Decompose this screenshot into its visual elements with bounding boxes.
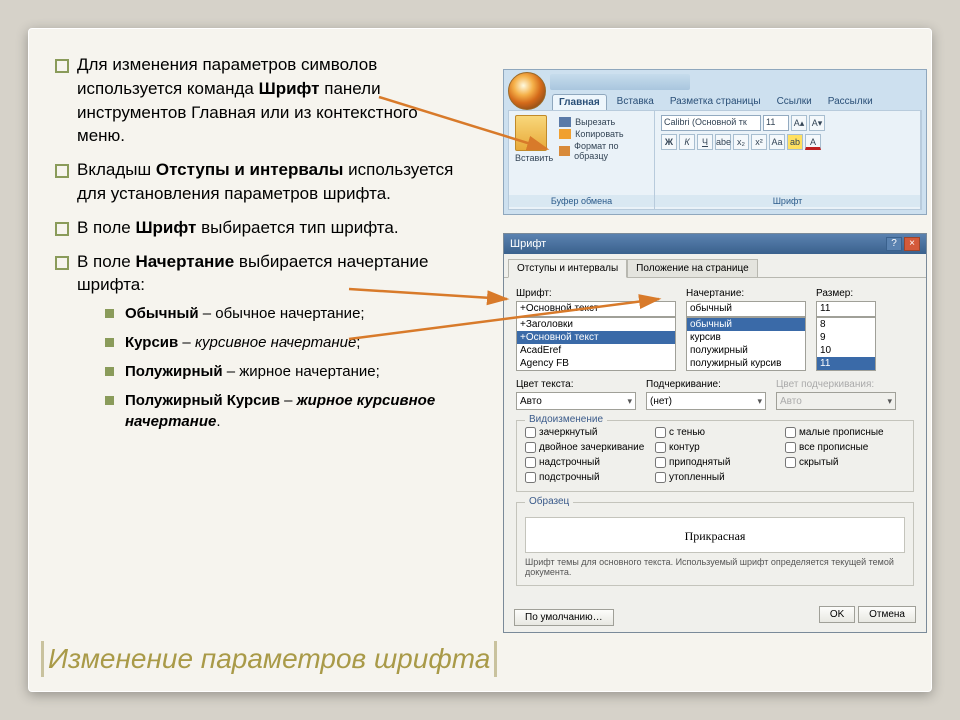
ok-button[interactable]: OK: [819, 606, 855, 623]
paste-icon[interactable]: [515, 115, 547, 151]
strike-button[interactable]: abe: [715, 134, 731, 150]
bullet-2: Вкладыш Отступы и интервалы используется…: [53, 158, 468, 206]
font-listbox[interactable]: +Заголовки +Основной текст AcadEref Agen…: [516, 317, 676, 371]
brush-icon: [559, 146, 570, 156]
help-icon[interactable]: ?: [886, 237, 902, 251]
font-name-field[interactable]: Calibri (Основной тк: [661, 115, 761, 131]
office-button-icon[interactable]: [508, 72, 546, 110]
size-input[interactable]: 11: [816, 301, 876, 317]
scissors-icon: [559, 117, 571, 127]
word-ribbon: Главная Вставка Разметка страницы Ссылки…: [503, 69, 927, 215]
underline-combo[interactable]: (нет): [646, 392, 766, 410]
chk-shadow[interactable]: с тенью: [655, 427, 775, 438]
dialog-title: Шрифт: [510, 238, 546, 250]
size-listbox[interactable]: 8 9 10 11: [816, 317, 876, 371]
effects-group-label: Видоизменение: [525, 414, 607, 425]
superscript-button[interactable]: x²: [751, 134, 767, 150]
highlight-button[interactable]: ab: [787, 134, 803, 150]
style-field-label: Начертание:: [686, 288, 806, 299]
slide-title: Изменение параметров шрифта: [41, 641, 497, 677]
font-size-field[interactable]: 11: [763, 115, 789, 131]
tab-references[interactable]: Ссылки: [771, 94, 818, 110]
chk-dblstrike[interactable]: двойное зачеркивание: [525, 442, 645, 453]
color-label: Цвет текста:: [516, 379, 636, 390]
grow-font-icon[interactable]: A▴: [791, 115, 807, 131]
shrink-font-icon[interactable]: A▾: [809, 115, 825, 131]
font-field-label: Шрифт:: [516, 288, 676, 299]
sub-3: Полужирный – жирное начертание;: [105, 361, 468, 382]
default-button[interactable]: По умолчанию…: [514, 609, 614, 626]
color-combo[interactable]: Авто: [516, 392, 636, 410]
style-input[interactable]: обычный: [686, 301, 806, 317]
tab-mailings[interactable]: Рассылки: [822, 94, 879, 110]
sample-group-label: Образец: [525, 496, 573, 507]
slide-text: Для изменения параметров символов исполь…: [53, 53, 468, 611]
close-icon[interactable]: ×: [904, 237, 920, 251]
tab-layout[interactable]: Разметка страницы: [664, 94, 767, 110]
paste-label: Вставить: [515, 153, 553, 163]
chk-outline[interactable]: контур: [655, 442, 775, 453]
sample-preview: Прикрасная: [525, 517, 905, 553]
chk-allcaps[interactable]: все прописные: [785, 442, 905, 453]
tab-indents[interactable]: Отступы и интервалы: [508, 259, 627, 278]
case-button[interactable]: Aa: [769, 134, 785, 150]
chk-sub[interactable]: подстрочный: [525, 472, 645, 483]
copy-icon: [559, 129, 571, 139]
sub-1: Обычный – обычное начертание;: [105, 303, 468, 324]
font-color-button[interactable]: A: [805, 134, 821, 150]
bold-button[interactable]: Ж: [661, 134, 677, 150]
ucolor-label: Цвет подчеркивания:: [776, 379, 896, 390]
chk-smallcaps[interactable]: малые прописные: [785, 427, 905, 438]
style-listbox[interactable]: обычный курсив полужирный полужирный кур…: [686, 317, 806, 371]
quick-access-toolbar[interactable]: [550, 74, 690, 90]
chk-strike[interactable]: зачеркнутый: [525, 427, 645, 438]
tab-home[interactable]: Главная: [552, 94, 607, 110]
sub-4: Полужирный Курсив – жирное курсивное нач…: [105, 390, 468, 432]
chk-hidden[interactable]: скрытый: [785, 457, 905, 468]
sub-2: Курсив – курсивное начертание;: [105, 332, 468, 353]
cut-button[interactable]: Вырезать: [559, 117, 648, 127]
subscript-button[interactable]: x₂: [733, 134, 749, 150]
tab-position[interactable]: Положение на странице: [627, 259, 757, 278]
bullet-4: В поле Начертание выбирается начертание …: [53, 250, 468, 433]
chk-emboss[interactable]: приподнятый: [655, 457, 775, 468]
bullet-3: В поле Шрифт выбирается тип шрифта.: [53, 216, 468, 240]
ucolor-combo: Авто: [776, 392, 896, 410]
format-painter-button[interactable]: Формат по образцу: [559, 141, 648, 161]
copy-button[interactable]: Копировать: [559, 129, 648, 139]
italic-button[interactable]: К: [679, 134, 695, 150]
size-field-label: Размер:: [816, 288, 876, 299]
sample-footnote: Шрифт темы для основного текста. Использ…: [525, 557, 905, 577]
cancel-button[interactable]: Отмена: [858, 606, 916, 623]
font-input[interactable]: +Основной текст: [516, 301, 676, 317]
group-clipboard-label: Буфер обмена: [509, 195, 654, 207]
group-font-label: Шрифт: [655, 195, 920, 207]
font-dialog: Шрифт ? × Отступы и интервалы Положение …: [503, 233, 927, 633]
chk-engrave[interactable]: утопленный: [655, 472, 775, 483]
bullet-1: Для изменения параметров символов исполь…: [53, 53, 468, 148]
underline-label: Подчеркивание:: [646, 379, 766, 390]
underline-button[interactable]: Ч: [697, 134, 713, 150]
tab-insert[interactable]: Вставка: [611, 94, 660, 110]
chk-super[interactable]: надстрочный: [525, 457, 645, 468]
